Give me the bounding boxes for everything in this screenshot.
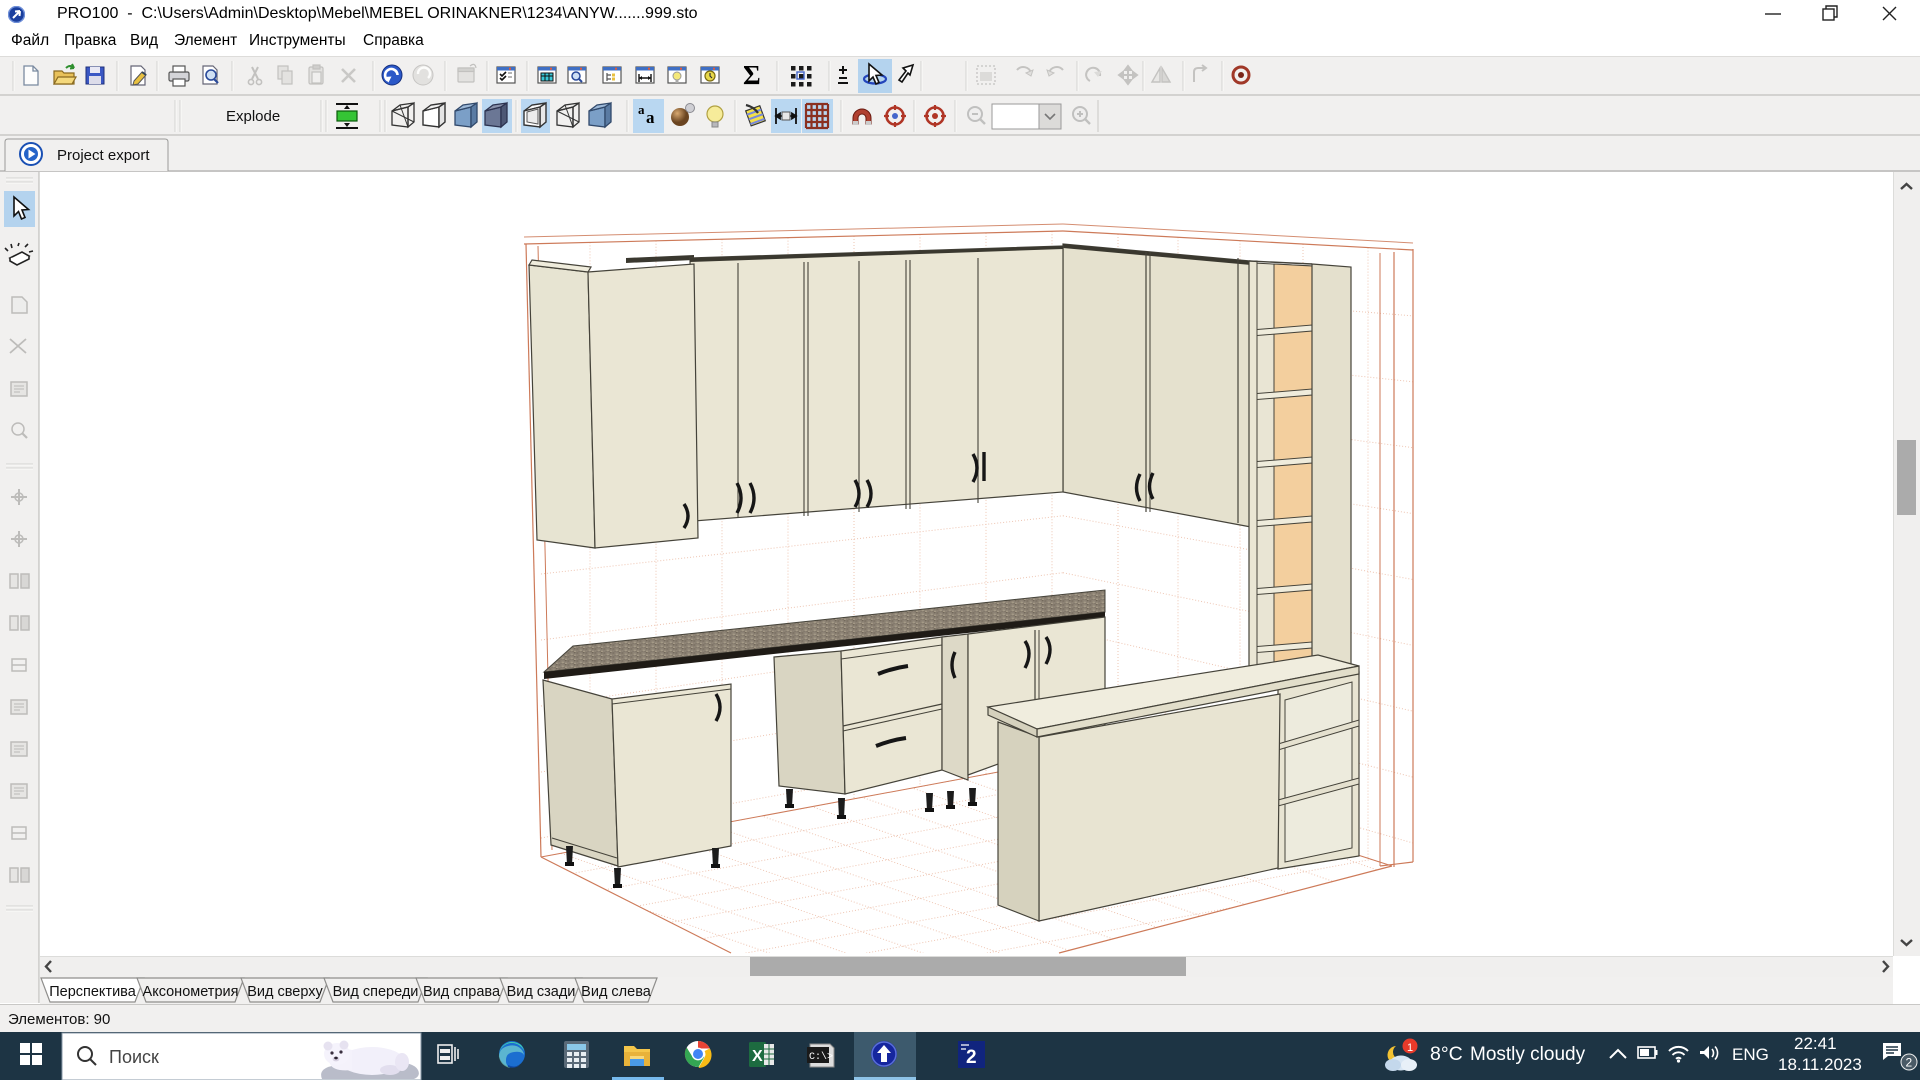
svg-text:18.11.2023: 18.11.2023 (1778, 1055, 1862, 1074)
svg-text:Вид сверху: Вид сверху (247, 984, 323, 1000)
svg-text:Project export: Project export (57, 147, 150, 164)
svg-text:8°C: 8°C (1430, 1043, 1463, 1065)
svg-text:2: 2 (966, 1047, 977, 1068)
svg-text:22:41: 22:41 (1794, 1034, 1837, 1053)
svg-text:a: a (638, 102, 645, 117)
svg-text:Σ: Σ (743, 60, 761, 90)
svg-text:Explode: Explode (226, 108, 280, 125)
svg-text:1: 1 (1407, 1042, 1413, 1054)
svg-text:Mostly cloudy: Mostly cloudy (1470, 1044, 1586, 1065)
svg-text:Перспектива: Перспектива (49, 984, 137, 1000)
svg-text:Вид справа: Вид справа (423, 984, 501, 1000)
svg-text:Поиск: Поиск (109, 1047, 159, 1067)
svg-text:C:\>: C:\> (809, 1051, 833, 1063)
svg-text:ENG: ENG (1732, 1045, 1769, 1064)
svg-text:X: X (752, 1048, 763, 1065)
svg-text:Аксонометрия: Аксонометрия (143, 984, 239, 1000)
svg-text:2: 2 (1906, 1056, 1913, 1070)
svg-text:Вид сзади: Вид сзади (507, 984, 576, 1000)
svg-text:a: a (646, 108, 655, 127)
svg-text:Вид спереди: Вид спереди (333, 984, 419, 1000)
svg-text:Вид слева: Вид слева (581, 984, 652, 1000)
